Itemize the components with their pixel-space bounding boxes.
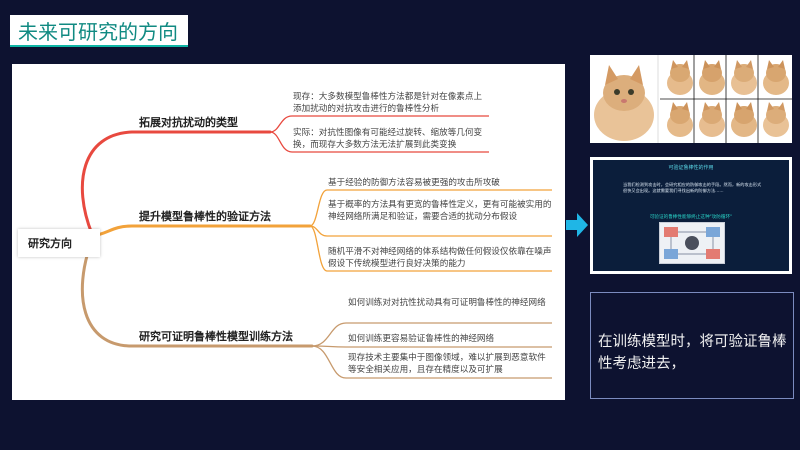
leaf-text: 基于经验的防御方法容易被更强的攻击所攻破 [328, 178, 500, 188]
branch-label-provable-training: 研究可证明鲁棒性模型训练方法 [139, 330, 293, 343]
thumbnail-title: 可验证鲁棒性的作用 [668, 165, 714, 171]
branch-label-perturbation-types: 拓展对抗扰动的类型 [139, 116, 238, 129]
leaf-text: 基于概率的方法具有更宽的鲁棒性定义，更有可能被实用的神经网络所满足和验证，需要合… [328, 200, 552, 222]
slide-title-box: 未来可研究的方向 [10, 15, 188, 47]
mindmap-root: 研究方向 [18, 229, 100, 257]
large-cat-image [594, 65, 654, 141]
thumbnail-diagram [659, 222, 725, 264]
branch-label-verification-methods: 提升模型鲁棒性的验证方法 [139, 210, 271, 223]
thumbnail-body: 当我们检测到攻击时，会研究相应的防御攻击的手段。然而，新的攻击形式很快又会出现。… [623, 182, 762, 193]
slide-title: 未来可研究的方向 [18, 19, 178, 44]
small-cat-images [667, 60, 789, 137]
leaf-text: 实际：对抗性图像有可能经过旋转、缩放等几何变换，而现存大多数方法无法扩展到此类变… [293, 128, 483, 150]
mindmap-image: 研究方向 拓展对抗扰动的类型 现存：大多数模型鲁棒性方法都是针对在像素点上添加扰… [12, 64, 565, 400]
slide-thumbnail: 可验证鲁棒性的作用 当我们检测到攻击时，会研究相应的防御攻击的手段。然而，新的攻… [590, 157, 792, 274]
leaf-text: 随机平滑不对神经网络的体系结构做任何假设仅依靠在噪声假设下传统模型进行良好决策的… [328, 247, 552, 269]
leaf-text: 如何训练更容易验证鲁棒性的神经网络 [348, 334, 495, 344]
callout-text: 在训练模型时，将可验证鲁棒性考虑进去， [598, 334, 787, 372]
callout-box: 在训练模型时，将可验证鲁棒性考虑进去， [590, 292, 794, 399]
leaf-text: 现存技术主要集中于图像领域，难以扩展到恶意软件等安全相关应用，且存在精度以及可扩… [348, 353, 546, 375]
arrow-right-icon [566, 213, 588, 237]
thumbnail-highlight: 可验证的鲁棒性能够终止这种"攻防循环" [649, 215, 733, 220]
leaf-text: 如何训练对对抗性扰动具有可证明鲁棒性的神经网络 [348, 298, 546, 308]
leaf-text: 现存：大多数模型鲁棒性方法都是针对在像素点上添加扰动的对抗攻击进行的鲁棒性分析 [293, 92, 483, 114]
slide-thumbnail-content: 可验证鲁棒性的作用 当我们检测到攻击时，会研究相应的防御攻击的手段。然而，新的攻… [593, 160, 789, 271]
cat-image-grid [590, 55, 792, 143]
